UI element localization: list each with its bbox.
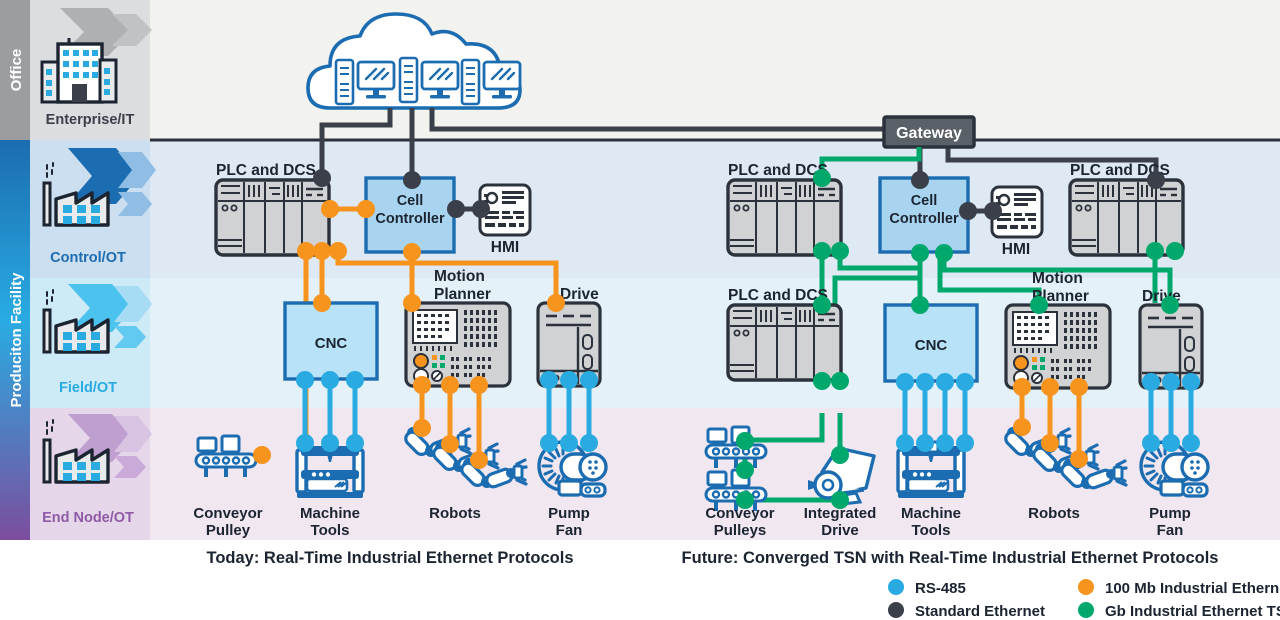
- left-plc-dcs-node[interactable]: PLC and DCS: [214, 162, 331, 257]
- band-endnode: [0, 408, 1280, 540]
- server-tower-icon-3: [460, 58, 481, 106]
- svg-text:Conveyor: Conveyor: [193, 505, 262, 522]
- caption-left: Today: Real-Time Industrial Ethernet Pro…: [206, 549, 573, 567]
- sidebar: Office Produciton Facility Enterprise/IT…: [0, 0, 156, 540]
- legend-swatch-ie100: [1078, 579, 1094, 595]
- left-hmi-label: HMI: [491, 239, 519, 256]
- right-machine-tools-label: Tools: [912, 522, 951, 539]
- gateway-label: Gateway: [896, 125, 962, 142]
- band-office: [0, 0, 1280, 140]
- left-cnc-node[interactable]: CNC: [283, 301, 379, 381]
- left-plc-dcs-label: PLC and DCS: [216, 162, 316, 179]
- left-machine-tools-label: Tools: [311, 522, 350, 539]
- left-cell-controller-node[interactable]: Cell Controller: [364, 176, 456, 254]
- legend-label-rs485: RS-485: [915, 580, 966, 597]
- server-tower-icon-1: [334, 58, 355, 106]
- sidebar-group-production-label: Produciton Facility: [8, 272, 25, 408]
- right-cnc-node[interactable]: CNC: [883, 303, 979, 383]
- svg-text:Motion: Motion: [1032, 270, 1083, 287]
- plc-rack-icon-2: [1068, 178, 1185, 257]
- left-conveyor-label: Pulley: [206, 522, 251, 539]
- svg-text:Pump: Pump: [1149, 505, 1191, 522]
- right-pump-fan-label: Fan: [1157, 522, 1184, 539]
- right-hmi-label: HMI: [1002, 241, 1030, 258]
- right-plc-dcs-node-2[interactable]: PLC and DCS: [1068, 162, 1185, 257]
- legend-label-standard-ethernet: Standard Ethernet: [915, 603, 1045, 620]
- svg-text:Pump: Pump: [548, 505, 590, 522]
- left-cnc-label: CNC: [315, 335, 348, 352]
- left-robots-label: Robots: [429, 505, 481, 522]
- right-conveyor-label: Pulleys: [714, 522, 767, 539]
- left-pump-fan-label: Fan: [556, 522, 583, 539]
- sidebar-item-label-field: Field/OT: [59, 380, 117, 396]
- right-robots-label: Robots: [1028, 505, 1080, 522]
- sidebar-group-office-label: Office: [8, 49, 25, 92]
- plc-rack-icon: [214, 178, 331, 257]
- motion-planner-icon: [404, 301, 512, 388]
- sidebar-item-label-enterprise: Enterprise/IT: [46, 112, 135, 128]
- legend-item-tsn: Gb Industrial Ethernet TSN: [1078, 602, 1280, 620]
- diagram-canvas: Office Produciton Facility Enterprise/IT…: [0, 0, 1280, 620]
- svg-text:Cell: Cell: [911, 193, 938, 209]
- legend-item-ie100: 100 Mb Industrial Ethernet: [1078, 579, 1280, 597]
- svg-text:Motion: Motion: [434, 268, 485, 285]
- right-cell-controller-label: Controller: [889, 211, 959, 227]
- right-cnc-label: CNC: [915, 337, 948, 354]
- legend-label-ie100: 100 Mb Industrial Ethernet: [1105, 580, 1280, 597]
- left-motion-planner-label: Planner: [434, 286, 491, 303]
- right-integrated-drive-label: Drive: [821, 522, 859, 539]
- left-drive-label: Drive: [560, 286, 599, 303]
- gateway-node[interactable]: Gateway: [882, 115, 976, 149]
- svg-text:Conveyor: Conveyor: [705, 505, 774, 522]
- svg-text:Machine: Machine: [300, 505, 360, 522]
- svg-text:Machine: Machine: [901, 505, 961, 522]
- left-cell-controller-label: Controller: [375, 211, 445, 227]
- right-plc-dcs-label-1: PLC and DCS: [728, 162, 828, 179]
- right-plc-dcs-label-3: PLC and DCS: [728, 287, 828, 304]
- legend-swatch-rs485: [888, 579, 904, 595]
- legend-swatch-standard-ethernet: [888, 602, 904, 618]
- server-tower-icon-2: [398, 56, 419, 104]
- svg-text:Cell: Cell: [397, 193, 424, 209]
- motion-planner-icon-right: [1004, 303, 1112, 390]
- caption-right: Future: Converged TSN with Real-Time Ind…: [682, 549, 1219, 567]
- sidebar-item-label-endnode: End Node/OT: [42, 510, 134, 526]
- legend-label-tsn: Gb Industrial Ethernet TSN: [1105, 603, 1280, 620]
- right-cell-controller-node[interactable]: Cell Controller: [878, 176, 970, 254]
- plc-rack-icon-3: [726, 303, 843, 382]
- legend-swatch-tsn: [1078, 602, 1094, 618]
- sidebar-item-label-control: Control/OT: [50, 250, 126, 266]
